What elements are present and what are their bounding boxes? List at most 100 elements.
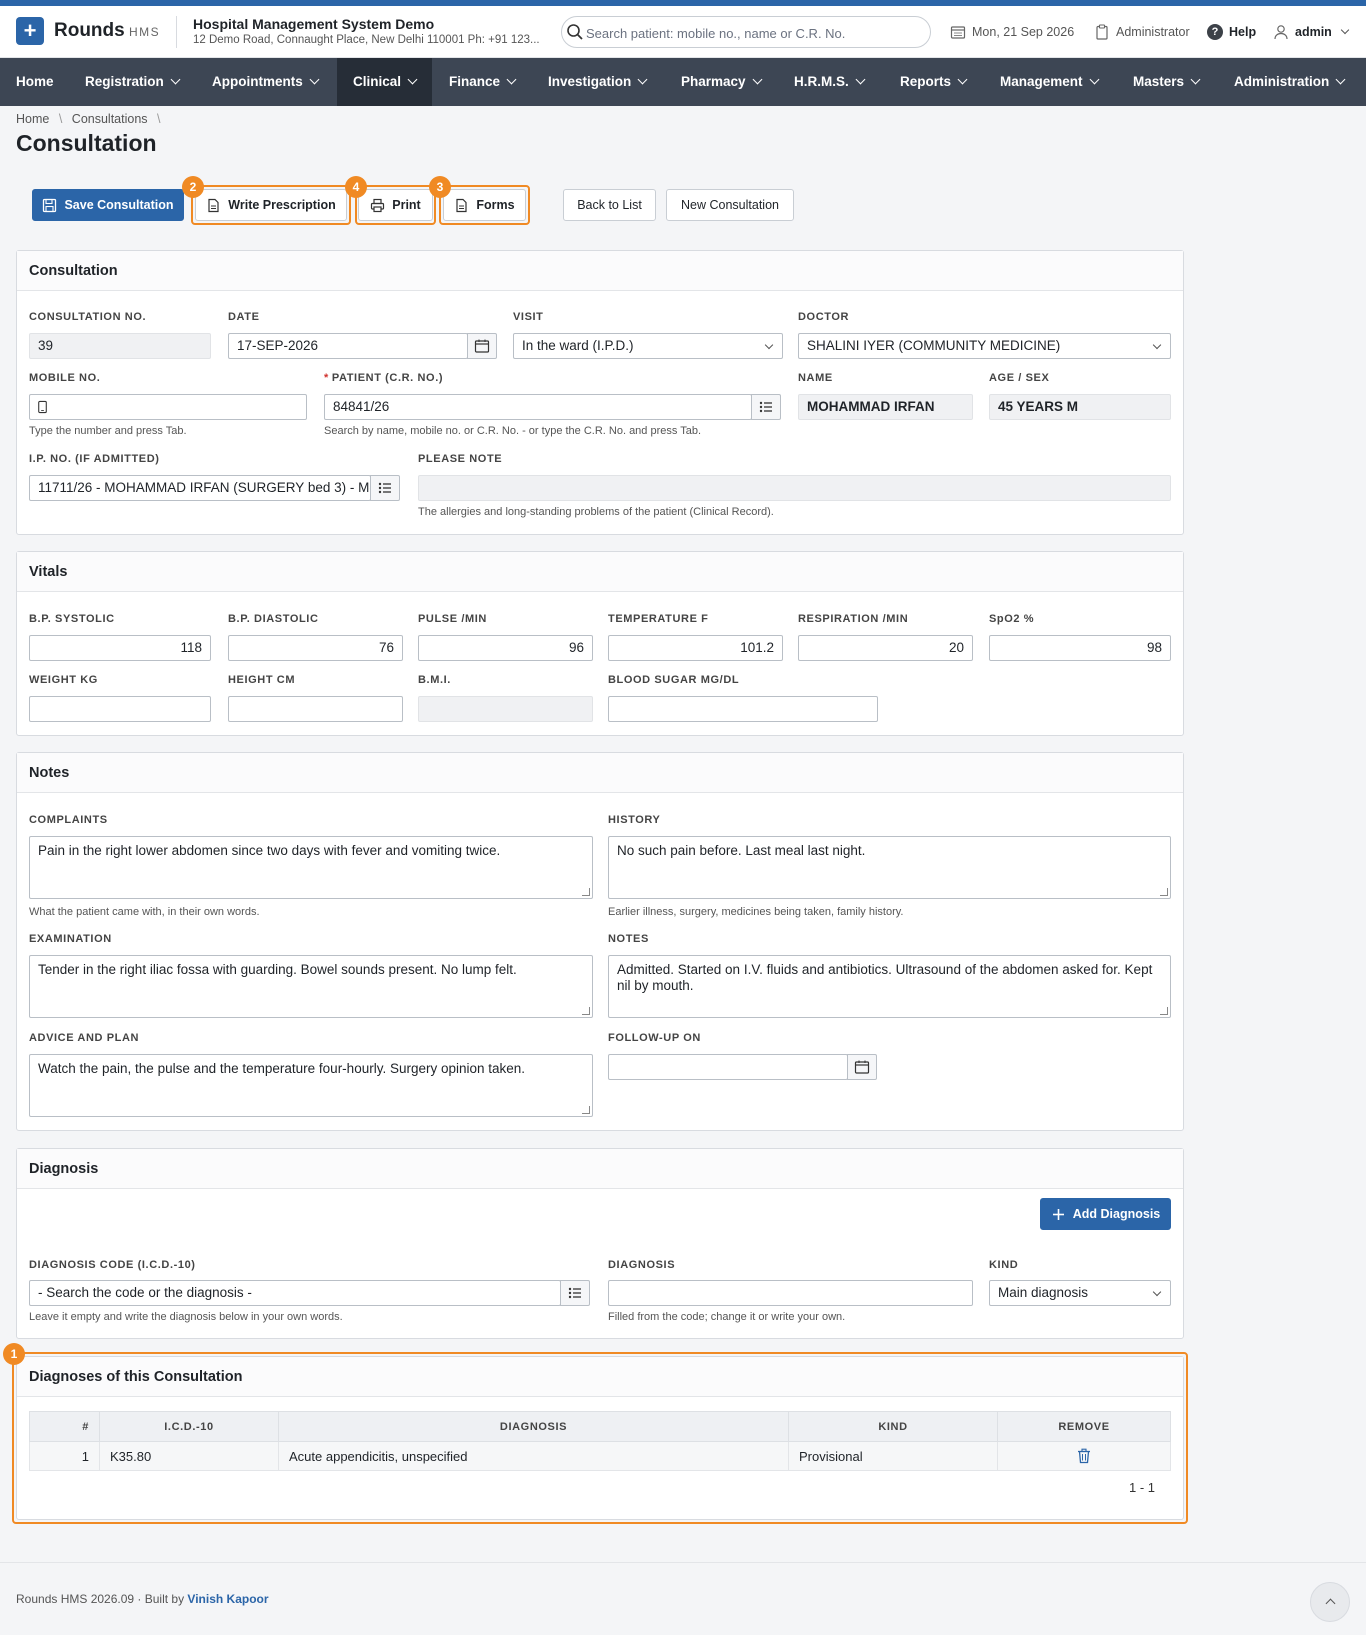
pulse-field[interactable]: 96 (418, 635, 593, 661)
bp-systolic-field[interactable]: 118 (29, 635, 211, 661)
brand-name[interactable]: Rounds (54, 20, 125, 42)
print-button[interactable]: Print (358, 189, 433, 221)
complaints-help: What the patient came with, in their own… (29, 906, 260, 918)
doctor-select[interactable]: SHALINI IYER (COMMUNITY MEDICINE) (798, 333, 1171, 359)
height-field[interactable] (228, 696, 403, 722)
trash-icon[interactable] (1076, 1448, 1092, 1464)
field-label: Blood Sugar mg/dL (608, 674, 740, 686)
forms-button[interactable]: Forms (443, 189, 526, 221)
ip-lookup-button[interactable] (370, 475, 400, 501)
nav-masters[interactable]: Masters (1117, 58, 1215, 106)
mobile-phone-icon (38, 400, 47, 414)
pager-info: 1 - 1 (1128, 1480, 1155, 1495)
back-to-list-button[interactable]: Back to List (563, 189, 656, 221)
bp-diastolic-field[interactable]: 76 (228, 635, 403, 661)
patient-lookup-button[interactable] (751, 394, 781, 420)
followup-date-field[interactable] (608, 1054, 848, 1080)
examination-textarea[interactable]: Tender in the right iliac fossa with gua… (29, 955, 593, 1018)
nav-registration[interactable]: Registration (69, 58, 195, 106)
footer-text: Rounds HMS 2026.09 · Built by Vinish Kap… (16, 1592, 269, 1606)
mobile-field[interactable] (29, 394, 307, 420)
help-link[interactable]: ? Help (1207, 24, 1256, 40)
field-label: B.P. Systolic (29, 613, 115, 625)
date-picker-button[interactable] (847, 1054, 877, 1080)
breadcrumb-consultations[interactable]: Consultations (72, 112, 148, 126)
nav-label: Administration (1234, 74, 1330, 89)
weight-field[interactable] (29, 696, 211, 722)
blood-sugar-field[interactable] (608, 696, 878, 722)
breadcrumb-home[interactable]: Home (16, 112, 49, 126)
save-consultation-button[interactable]: Save Consultation (32, 189, 184, 221)
diagnosis-code-search[interactable]: - Search the code or the diagnosis - (29, 1280, 561, 1306)
column-header: Remove (997, 1411, 1171, 1442)
button-label: Back to List (577, 198, 642, 212)
nav-management[interactable]: Management (984, 58, 1114, 106)
panel-title: Diagnoses of this Consultation (17, 1357, 1183, 1397)
field-label: I.P. No. (if admitted) (29, 453, 160, 465)
nav-administration[interactable]: Administration (1218, 58, 1360, 106)
date-picker-button[interactable] (467, 333, 497, 359)
chevron-down-icon (1089, 74, 1099, 85)
temperature-field[interactable]: 101.2 (608, 635, 783, 661)
search-input[interactable] (586, 23, 916, 43)
consultation-no-field: 39 (29, 333, 211, 359)
resize-handle[interactable] (582, 1106, 590, 1114)
nav-label: Reports (900, 74, 952, 89)
panel-title: Consultation (17, 251, 1183, 291)
field-label: Weight kg (29, 674, 98, 686)
save-icon (43, 198, 57, 212)
spo2-field[interactable]: 98 (989, 635, 1171, 661)
role-display[interactable]: Administrator (1094, 24, 1190, 40)
nav-investigation[interactable]: Investigation (532, 58, 662, 106)
history-textarea[interactable]: No such pain before. Last meal last nigh… (608, 836, 1171, 899)
field-label: Age / Sex (989, 372, 1050, 384)
brand-sub: HMS (129, 25, 161, 39)
code-lookup-button[interactable] (560, 1280, 590, 1306)
respiration-field[interactable]: 20 (798, 635, 973, 661)
nav-appointments[interactable]: Appointments (196, 58, 334, 106)
write-prescription-button[interactable]: Write Prescription (195, 189, 347, 221)
nav-label: Management (1000, 74, 1083, 89)
top-bar: + Rounds HMS Hospital Management System … (0, 6, 1366, 58)
patient-search[interactable] (561, 16, 931, 48)
user-menu[interactable]: admin (1273, 24, 1350, 40)
visit-select[interactable]: In the ward (I.P.D.) (513, 333, 783, 359)
kind-select[interactable]: Main diagnosis (989, 1280, 1171, 1306)
patient-field[interactable]: 84841/26 (324, 394, 752, 420)
nav-reports[interactable]: Reports (884, 58, 982, 106)
nav-label: Masters (1133, 74, 1185, 89)
scroll-to-top-button[interactable] (1310, 1582, 1350, 1622)
new-consultation-button[interactable]: New Consultation (666, 189, 794, 221)
advice-textarea[interactable]: Watch the pain, the pulse and the temper… (29, 1054, 593, 1117)
marker-badge: 3 (429, 176, 451, 198)
date-field[interactable]: 17-SEP-2026 (228, 333, 468, 359)
field-label: Visit (513, 311, 544, 323)
resize-handle[interactable] (1160, 1007, 1168, 1015)
complaints-textarea[interactable]: Pain in the right lower abdomen since tw… (29, 836, 593, 899)
column-header[interactable]: I.C.D.-10 (99, 1411, 279, 1442)
page-title: Consultation (16, 130, 157, 156)
nav-finance[interactable]: Finance (433, 58, 531, 106)
nav-home[interactable]: Home (0, 58, 70, 106)
nav-pharmacy[interactable]: Pharmacy (665, 58, 777, 106)
column-header[interactable]: Kind (788, 1411, 998, 1442)
logo-icon[interactable]: + (16, 17, 44, 45)
resize-handle[interactable] (582, 1007, 590, 1015)
chevron-down-icon (764, 340, 774, 350)
column-header[interactable]: Diagnosis (278, 1411, 789, 1442)
nav-clinical[interactable]: Clinical (337, 58, 433, 106)
field-label: B.P. Diastolic (228, 613, 319, 625)
marker-badge: 4 (345, 176, 367, 198)
nav-hrms[interactable]: H.R.M.S. (778, 58, 880, 106)
diagnosis-text-field[interactable] (608, 1280, 973, 1306)
notes-textarea[interactable]: Admitted. Started on I.V. fluids and ant… (608, 955, 1171, 1018)
field-label: Examination (29, 933, 112, 945)
author-link[interactable]: Vinish Kapoor (187, 1592, 268, 1606)
resize-handle[interactable] (582, 888, 590, 896)
field-label: Consultation No. (29, 311, 147, 323)
resize-handle[interactable] (1160, 888, 1168, 896)
field-label: Kind (989, 1259, 1019, 1271)
help-text: Help (1229, 25, 1257, 39)
ip-no-field[interactable]: 11711/26 - MOHAMMAD IRFAN (SURGERY bed 3… (29, 475, 371, 501)
add-diagnosis-button[interactable]: Add Diagnosis (1040, 1198, 1171, 1230)
